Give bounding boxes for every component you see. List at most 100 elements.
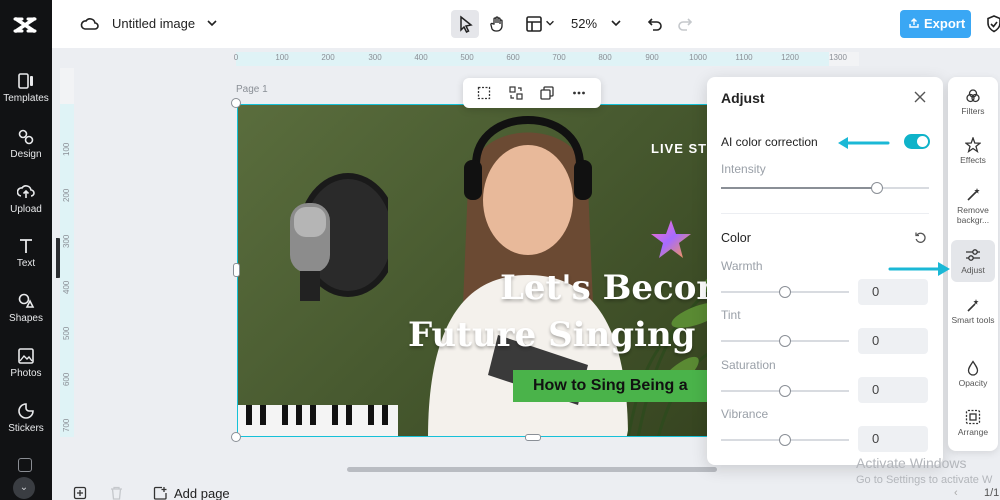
tool-filters[interactable]: Filters — [948, 88, 998, 116]
ai-color-correction-toggle[interactable] — [904, 134, 930, 149]
sidebar-item-text[interactable]: Text — [0, 237, 52, 269]
tint-label: Tint — [721, 308, 741, 322]
headline-line-1[interactable]: Let's Becor — [500, 268, 714, 308]
shield-icon[interactable] — [984, 14, 1000, 34]
activate-windows-subtext: Go to Settings to activate W — [856, 474, 993, 486]
crop-icon[interactable] — [477, 86, 491, 100]
chevron-down-icon[interactable] — [544, 17, 556, 29]
intensity-label: Intensity — [721, 162, 766, 176]
sidebar-item-stickers[interactable]: Stickers — [0, 402, 52, 434]
layout-icon[interactable] — [524, 14, 544, 34]
tint-slider-thumb[interactable] — [779, 335, 791, 347]
star-sticker — [651, 220, 691, 258]
ruler-tick: 400 — [62, 280, 71, 294]
tool-remove-background[interactable]: Remove backgr... — [948, 187, 998, 225]
page-label: Page 1 — [236, 84, 268, 95]
pointer-tool-icon[interactable] — [456, 14, 476, 34]
sidebar-item-templates[interactable]: Templates — [0, 72, 52, 104]
stickers-icon — [18, 403, 34, 419]
tool-label: Adjust — [961, 265, 985, 275]
live-text: LIVE ST — [651, 141, 708, 156]
ruler-vertical-extension — [60, 68, 74, 104]
ruler-tick: 1000 — [689, 53, 707, 62]
resize-handle-top-left[interactable] — [231, 98, 241, 108]
trash-icon[interactable] — [110, 486, 123, 500]
duplicate-icon[interactable] — [540, 86, 554, 100]
tool-opacity[interactable]: Opacity — [948, 360, 998, 388]
chevron-down-icon[interactable]: ⌄ — [13, 477, 35, 499]
sidebar-item-shapes[interactable]: Shapes — [0, 292, 52, 324]
warmth-value-input[interactable]: 0 — [858, 279, 928, 305]
export-button[interactable]: Export — [900, 10, 971, 38]
annotation-arrow-left — [838, 137, 890, 149]
zoom-level[interactable]: 52% — [571, 16, 597, 31]
replace-icon[interactable] — [509, 86, 523, 100]
activate-windows-watermark: Activate Windows — [856, 455, 967, 471]
horizontal-scrollbar[interactable] — [347, 467, 717, 472]
ruler-tick: 1300 — [829, 53, 847, 62]
document-title[interactable]: Untitled image — [112, 16, 195, 31]
vibrance-slider-thumb[interactable] — [779, 434, 791, 446]
intensity-slider-thumb[interactable] — [871, 182, 883, 194]
more-apps-icon[interactable] — [18, 458, 32, 472]
export-label: Export — [924, 16, 966, 31]
upload-icon — [909, 18, 919, 28]
sidebar-item-label: Stickers — [8, 423, 44, 434]
opacity-icon — [967, 360, 979, 376]
sidebar-item-design[interactable]: Design — [0, 128, 52, 160]
tool-label: Effects — [960, 155, 986, 165]
upload-icon — [17, 185, 35, 198]
ruler-tick: 1100 — [735, 53, 753, 62]
sidebar-item-label: Shapes — [9, 313, 43, 324]
ruler-tick: 300 — [62, 234, 71, 248]
ruler-tick: 700 — [62, 418, 71, 432]
ruler-tick: 1200 — [781, 53, 799, 62]
effects-icon — [965, 137, 981, 153]
add-page-button[interactable]: Add page — [174, 486, 230, 500]
capcut-logo[interactable] — [11, 11, 39, 39]
ruler-tick: 200 — [62, 188, 71, 202]
chevron-down-icon[interactable] — [609, 16, 623, 30]
tool-label: Filters — [961, 106, 985, 116]
warmth-slider-thumb[interactable] — [779, 286, 791, 298]
divider — [721, 213, 929, 214]
ruler-tick: 600 — [62, 372, 71, 386]
design-canvas[interactable]: LIVE ST Let's Becor Future Singing How t… — [237, 104, 737, 437]
undo-icon[interactable] — [644, 14, 664, 34]
tool-label: Opacity — [958, 378, 988, 388]
vibrance-value-input[interactable]: 0 — [858, 426, 928, 452]
tool-adjust[interactable]: Adjust — [948, 247, 998, 275]
add-page-icon[interactable] — [73, 486, 87, 500]
hand-tool-icon[interactable] — [488, 14, 508, 34]
resize-handle-left[interactable] — [233, 263, 240, 277]
more-icon[interactable] — [572, 86, 586, 100]
ruler-tick: 900 — [645, 53, 659, 62]
redo-icon[interactable] — [676, 14, 696, 34]
subheadline-banner[interactable]: How to Sing Being a — [513, 370, 736, 402]
previous-page-icon[interactable]: ‹ — [954, 487, 958, 499]
ruler-tick: 100 — [62, 142, 71, 156]
right-toolbar: Filters Effects Remove backgr... Adjust … — [948, 77, 998, 451]
chevron-down-icon[interactable] — [205, 16, 219, 30]
tool-effects[interactable]: Effects — [948, 137, 998, 165]
saturation-value-input[interactable]: 0 — [858, 377, 928, 403]
saturation-slider-thumb[interactable] — [779, 385, 791, 397]
design-icon — [18, 129, 34, 145]
tool-smart-tools[interactable]: Smart tools — [948, 297, 998, 325]
ruler-tick: 0 — [233, 53, 239, 62]
reset-icon[interactable] — [914, 231, 927, 244]
resize-handle-bottom[interactable] — [525, 434, 541, 441]
close-icon[interactable] — [914, 91, 926, 103]
tool-arrange[interactable]: Arrange — [948, 409, 998, 437]
panel-title: Adjust — [721, 90, 765, 106]
smart-tools-icon — [967, 299, 979, 312]
sidebar-item-upload[interactable]: Upload — [0, 183, 52, 215]
tint-value-input[interactable]: 0 — [858, 328, 928, 354]
ruler-tick: 200 — [321, 53, 335, 62]
warmth-label: Warmth — [721, 259, 763, 273]
resize-handle-bottom-left[interactable] — [231, 432, 241, 442]
headline-line-2[interactable]: Future Singing — [408, 315, 695, 355]
sidebar-item-photos[interactable]: Photos — [0, 347, 52, 379]
cloud-icon[interactable] — [80, 14, 100, 34]
ruler-vertical: 100 200 300 400 500 600 700 — [60, 104, 74, 437]
